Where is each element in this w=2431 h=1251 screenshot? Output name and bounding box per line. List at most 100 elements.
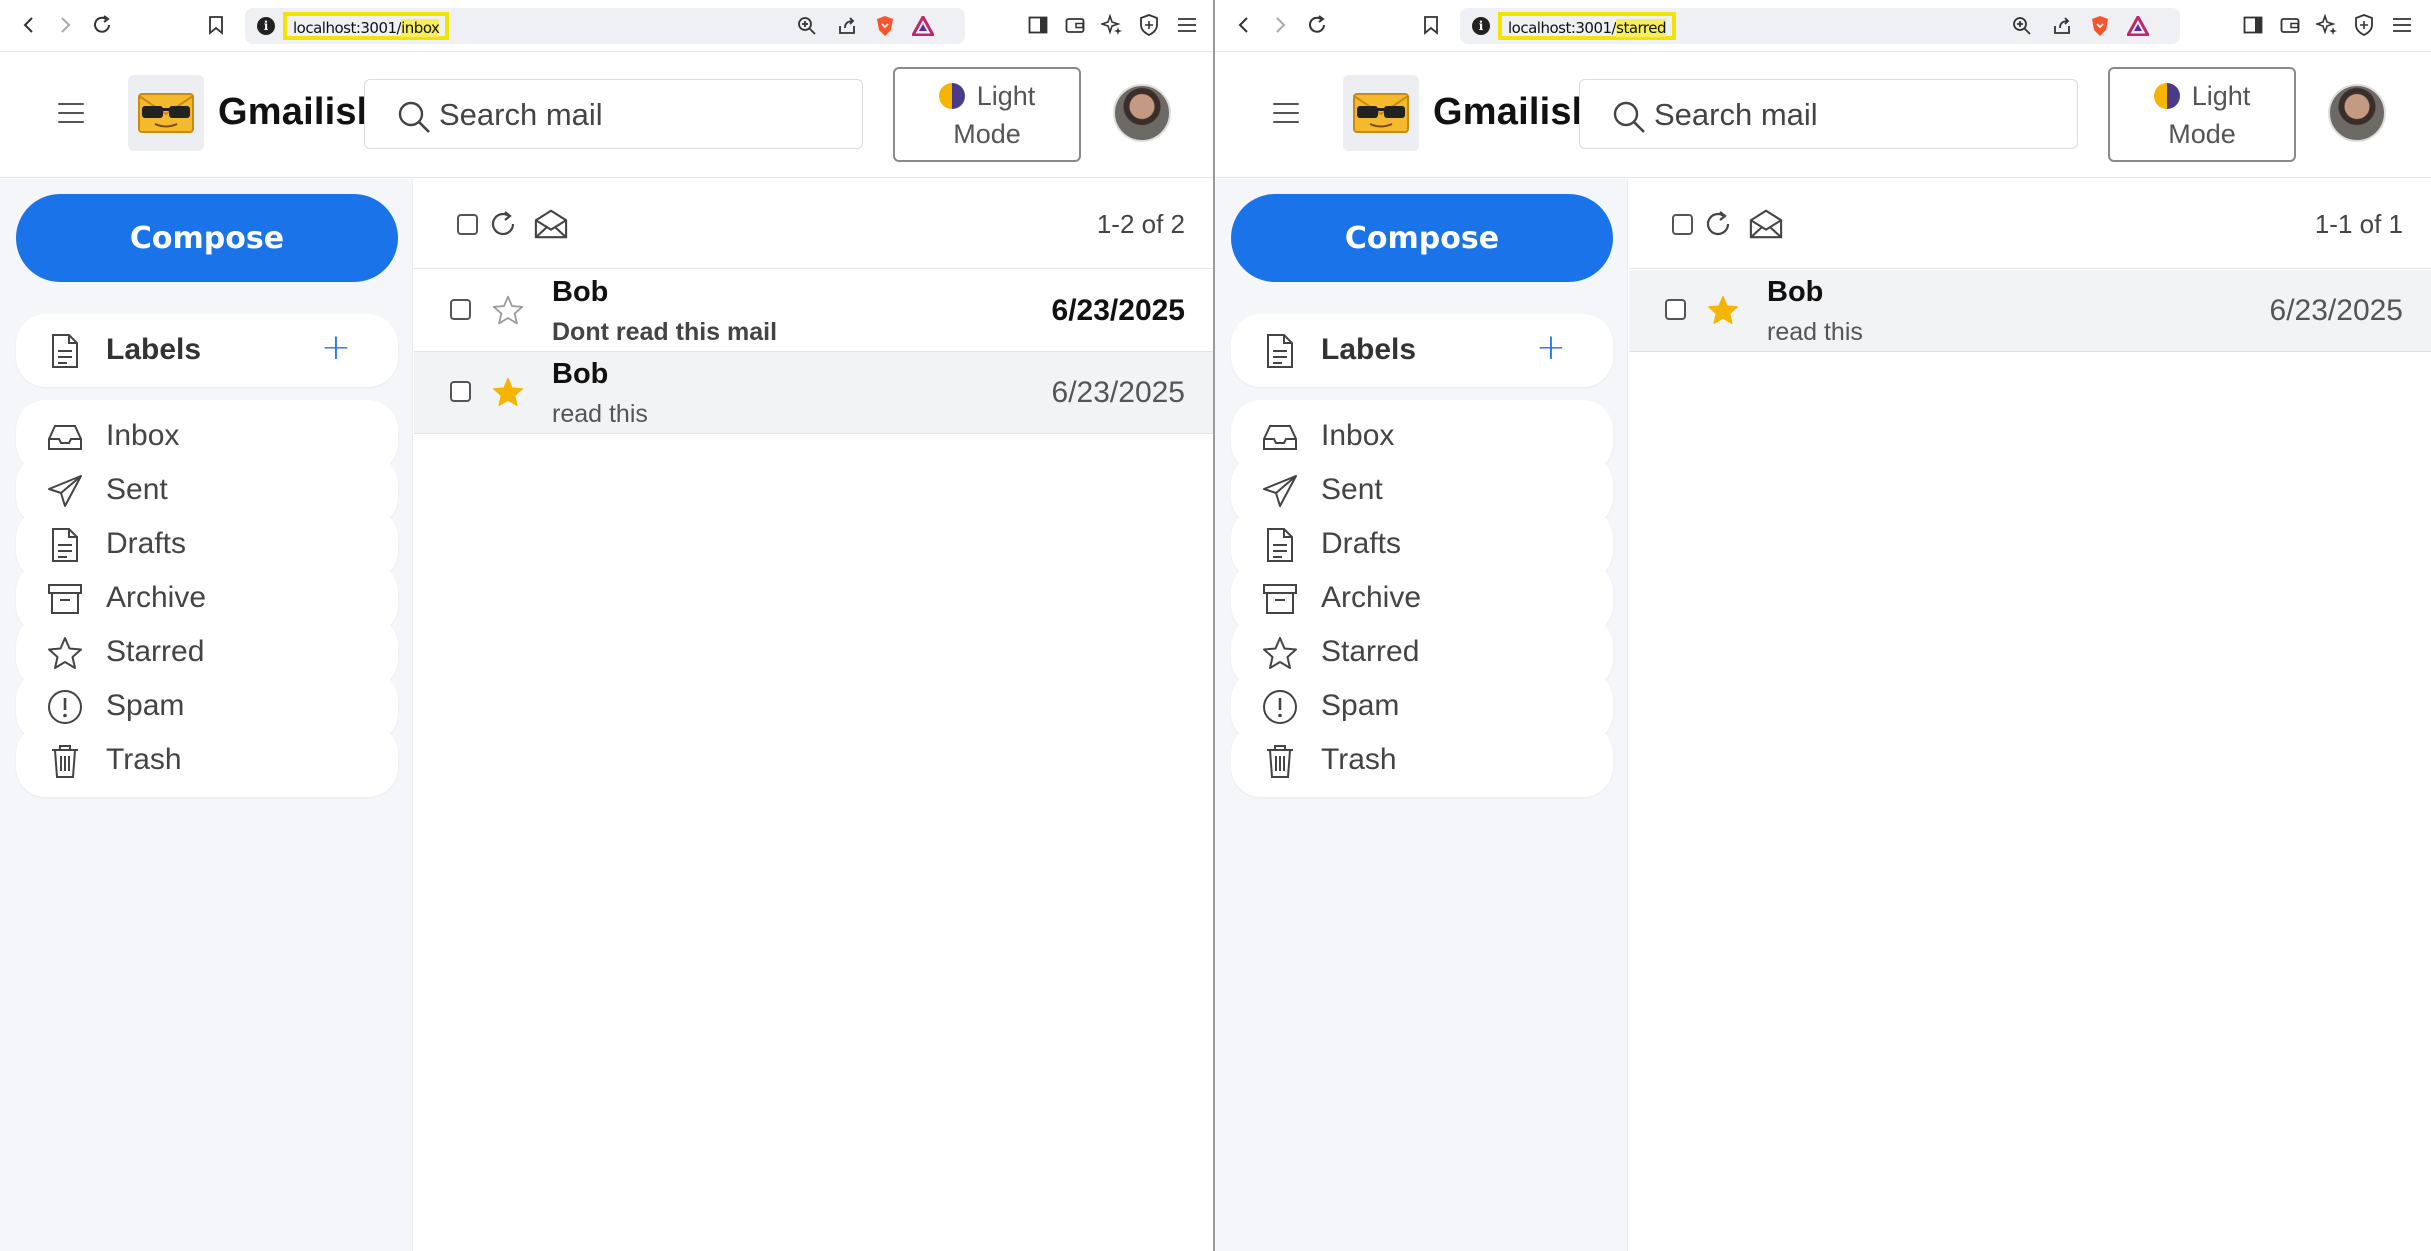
brave-rewards-icon[interactable] [2126, 14, 2150, 38]
leo-ai-icon[interactable] [2312, 10, 2342, 40]
sidebar-toggle-icon[interactable] [1023, 10, 1053, 40]
address-bar[interactable]: i localhost:3001/starred [1460, 8, 2180, 44]
email-checkbox[interactable] [450, 299, 471, 320]
sidebar-toggle-icon[interactable] [2238, 10, 2268, 40]
brave-shield-icon[interactable] [2088, 14, 2112, 38]
brave-shield-icon[interactable] [873, 14, 897, 38]
url-text[interactable]: localhost:3001/inbox [283, 12, 450, 40]
search-box[interactable] [364, 79, 863, 149]
theme-toggle-line2: Mode [2168, 118, 2236, 149]
app-header: Gmailish Light Mode [0, 53, 1213, 178]
star-filled-icon[interactable] [492, 376, 524, 408]
refresh-icon[interactable] [486, 207, 520, 241]
avatar[interactable] [2328, 84, 2386, 142]
address-bar[interactable]: i localhost:3001/inbox [245, 8, 965, 44]
app-name: Gmailish [218, 91, 381, 133]
paper-plane-icon [1261, 472, 1299, 510]
theme-icon [938, 82, 965, 109]
star-icon [1261, 634, 1299, 672]
refresh-icon[interactable] [1701, 207, 1735, 241]
document-icon [1261, 526, 1299, 564]
theme-toggle-line1: Light [2191, 80, 2251, 111]
sidebar-item-label: Archive [1321, 581, 1422, 614]
email-date: 6/23/2025 [1051, 376, 1185, 409]
forward-icon[interactable] [1265, 10, 1295, 40]
email-row[interactable]: Bob Dont read this mail 6/23/2025 [414, 270, 1213, 352]
select-all-checkbox[interactable] [1665, 207, 1699, 241]
share-icon[interactable] [835, 14, 859, 38]
browser-window-starred: i localhost:3001/starred Gmailish Search… [1215, 0, 2431, 1251]
vpn-shield-icon[interactable] [2349, 10, 2379, 40]
search-icon [398, 101, 430, 133]
theme-toggle-line1: Light [976, 80, 1036, 111]
sidebar: Compose Labels + Inbox Sent Drafts Archive S… [0, 179, 413, 1251]
site-info-icon[interactable]: i [257, 17, 275, 35]
email-date: 6/23/2025 [1051, 294, 1185, 327]
bookmark-icon[interactable] [201, 10, 231, 40]
leo-ai-icon[interactable] [1097, 10, 1127, 40]
sidebar-item-label: Inbox [1321, 419, 1395, 452]
inbox-icon [46, 418, 84, 456]
url-text[interactable]: localhost:3001/starred [1498, 12, 1677, 40]
labels-header[interactable]: Labels + [16, 314, 398, 387]
browser-toolbar: i localhost:3001/inbox [0, 0, 1213, 52]
select-all-checkbox[interactable] [450, 207, 484, 241]
compose-button[interactable]: Compose [1231, 194, 1613, 282]
bookmark-icon[interactable] [1416, 10, 1446, 40]
wallet-icon[interactable] [2275, 10, 2305, 40]
forward-icon[interactable] [50, 10, 80, 40]
zoom-icon[interactable] [2010, 14, 2034, 38]
zoom-icon[interactable] [795, 14, 819, 38]
add-label-button[interactable]: + [316, 326, 356, 370]
vpn-shield-icon[interactable] [1134, 10, 1164, 40]
sidebar-item-trash[interactable]: Trash [1231, 724, 1613, 797]
sidebar-item-label: Drafts [106, 527, 187, 560]
back-icon[interactable] [14, 10, 44, 40]
archive-box-icon [1261, 580, 1299, 618]
email-row[interactable]: Bob read this 6/23/2025 [414, 352, 1213, 434]
search-input[interactable] [1654, 94, 2054, 136]
logo-icon [128, 75, 204, 151]
email-checkbox[interactable] [450, 381, 471, 402]
email-checkbox[interactable] [1665, 299, 1686, 320]
reload-icon[interactable] [87, 10, 117, 40]
sidebar-item-label: Archive [106, 581, 207, 614]
exclamation-circle-icon [46, 688, 84, 726]
star-filled-icon[interactable] [1707, 294, 1739, 326]
share-icon[interactable] [2050, 14, 2074, 38]
brave-rewards-icon[interactable] [911, 14, 935, 38]
mark-read-icon[interactable] [534, 207, 568, 241]
browser-menu-icon[interactable] [1172, 10, 1202, 40]
sidebar: Compose Labels + Inbox Sent Drafts Archive S… [1215, 179, 1628, 1251]
sidebar-item-label: Spam [1321, 689, 1400, 722]
site-info-icon[interactable]: i [1472, 17, 1490, 35]
app-header: Gmailish Light Mode [1215, 53, 2431, 178]
menu-icon[interactable] [1273, 103, 1299, 125]
document-icon [46, 526, 84, 564]
theme-toggle-button[interactable]: Light Mode [893, 67, 1081, 162]
theme-icon [2153, 82, 2180, 109]
document-icon [1261, 332, 1299, 370]
archive-box-icon [46, 580, 84, 618]
email-subject: read this [552, 400, 648, 428]
email-row[interactable]: Bob read this 6/23/2025 [1629, 270, 2431, 352]
theme-toggle-button[interactable]: Light Mode [2108, 67, 2296, 162]
star-outline-icon[interactable] [492, 294, 524, 326]
back-icon[interactable] [1229, 10, 1259, 40]
email-sender: Bob [552, 358, 609, 390]
add-label-button[interactable]: + [1531, 326, 1571, 370]
mail-list: 1-1 of 1 Bob read this 6/23/2025 [1629, 179, 2431, 1251]
mark-read-icon[interactable] [1749, 207, 1783, 241]
sidebar-item-trash[interactable]: Trash [16, 724, 398, 797]
browser-menu-icon[interactable] [2387, 10, 2417, 40]
search-box[interactable] [1579, 79, 2078, 149]
menu-icon[interactable] [58, 103, 84, 125]
compose-button[interactable]: Compose [16, 194, 398, 282]
labels-header[interactable]: Labels + [1231, 314, 1613, 387]
wallet-icon[interactable] [1060, 10, 1090, 40]
logo-icon [1343, 75, 1419, 151]
avatar[interactable] [1113, 84, 1171, 142]
reload-icon[interactable] [1302, 10, 1332, 40]
search-input[interactable] [439, 94, 839, 136]
sidebar-item-label: Starred [106, 635, 205, 668]
